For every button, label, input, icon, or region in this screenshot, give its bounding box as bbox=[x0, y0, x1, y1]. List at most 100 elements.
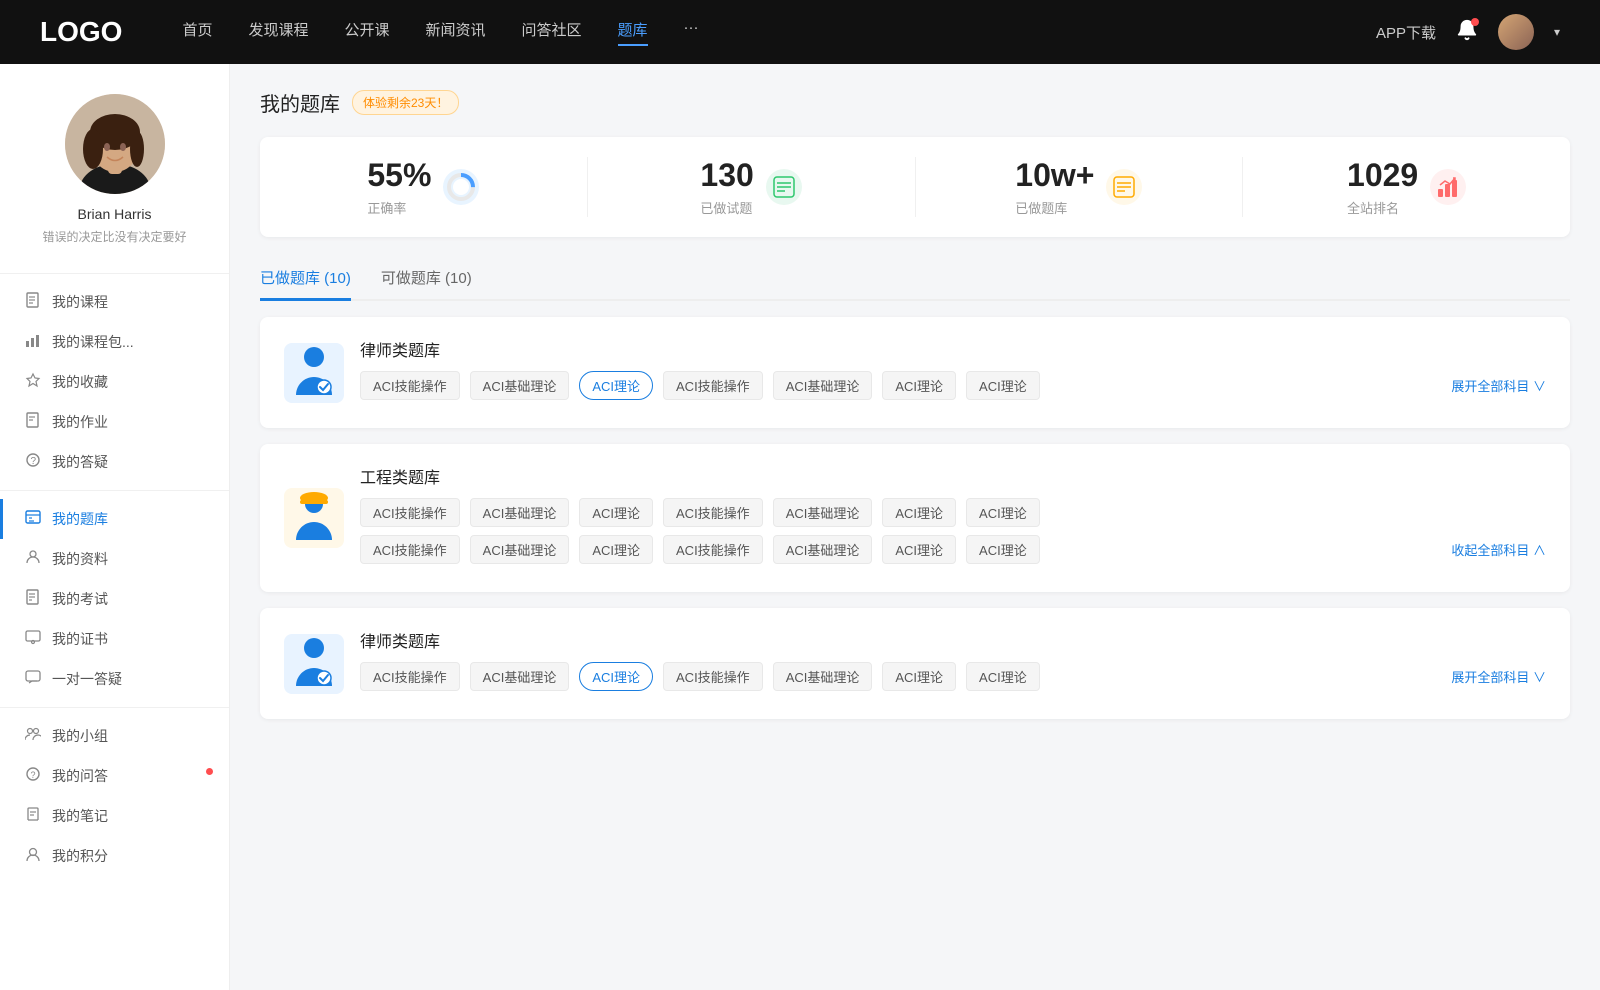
app-download-link[interactable]: APP下载 bbox=[1376, 22, 1436, 43]
notification-dot bbox=[1471, 18, 1479, 26]
qbank-body: 律师类题库 ACI技能操作 ACI基础理论 ACI理论 ACI技能操作 ACI基… bbox=[284, 337, 1546, 408]
nav-right: APP下载 ▾ bbox=[1376, 14, 1560, 50]
sidebar-item-my-courses[interactable]: 我的课程 bbox=[0, 282, 229, 322]
tag-e-4[interactable]: ACI基础理论 bbox=[773, 498, 873, 527]
nav-more[interactable]: ··· bbox=[684, 19, 699, 46]
tag-e2-6[interactable]: ACI理论 bbox=[966, 535, 1040, 564]
stat-ranking-texts: 1029 全站排名 bbox=[1347, 157, 1418, 217]
tag-l2-2-active[interactable]: ACI理论 bbox=[579, 662, 653, 691]
sidebar-item-label: 我的题库 bbox=[52, 509, 108, 529]
tag-l2-1[interactable]: ACI基础理论 bbox=[470, 662, 570, 691]
page-header: 我的题库 体验剩余23天！ bbox=[260, 88, 1570, 117]
sidebar-divider-3 bbox=[0, 707, 229, 708]
nav-qa[interactable]: 问答社区 bbox=[522, 19, 582, 46]
avatar-chevron[interactable]: ▾ bbox=[1554, 25, 1560, 39]
accuracy-icon bbox=[443, 169, 479, 205]
tag-e2-2[interactable]: ACI理论 bbox=[579, 535, 653, 564]
tag-e2-4[interactable]: ACI基础理论 bbox=[773, 535, 873, 564]
nav-news[interactable]: 新闻资讯 bbox=[426, 19, 486, 46]
exam-icon bbox=[24, 589, 42, 609]
stats-bar: 55% 正确率 130 已做试题 bbox=[260, 137, 1570, 237]
stat-done-banks-texts: 10w+ 已做题库 bbox=[1015, 157, 1094, 217]
users-icon bbox=[24, 549, 42, 569]
sidebar-item-groups[interactable]: 我的小组 bbox=[0, 716, 229, 756]
points-icon bbox=[24, 846, 42, 866]
sidebar-item-question-bank[interactable]: 我的题库 bbox=[0, 499, 229, 539]
expand-link[interactable]: 展开全部科目 ∨ bbox=[1451, 376, 1546, 395]
sidebar-item-course-packages[interactable]: 我的课程包... bbox=[0, 322, 229, 362]
tag-e-1[interactable]: ACI基础理论 bbox=[470, 498, 570, 527]
stat-done-banks: 10w+ 已做题库 bbox=[916, 157, 1244, 217]
tag-3[interactable]: ACI技能操作 bbox=[663, 371, 763, 400]
tag-e2-1[interactable]: ACI基础理论 bbox=[470, 535, 570, 564]
notification-bell[interactable] bbox=[1456, 19, 1478, 46]
star-icon bbox=[24, 372, 42, 392]
nav-open-course[interactable]: 公开课 bbox=[344, 19, 389, 46]
qbank-content: 工程类题库 ACI技能操作 ACI基础理论 ACI理论 ACI技能操作 ACI基… bbox=[360, 464, 1546, 572]
qbank-title: 律师类题库 bbox=[360, 337, 1546, 361]
tab-done-banks[interactable]: 已做题库 (10) bbox=[260, 257, 351, 301]
tag-e-6[interactable]: ACI理论 bbox=[966, 498, 1040, 527]
tag-l2-0[interactable]: ACI技能操作 bbox=[360, 662, 460, 691]
tag-5[interactable]: ACI理论 bbox=[882, 371, 956, 400]
qbank-title: 律师类题库 bbox=[360, 628, 1546, 652]
profile-name: Brian Harris bbox=[78, 206, 152, 222]
expand-link-2[interactable]: 展开全部科目 ∨ bbox=[1451, 667, 1546, 686]
nav-home[interactable]: 首页 bbox=[182, 19, 212, 46]
tag-e2-0[interactable]: ACI技能操作 bbox=[360, 535, 460, 564]
document-icon bbox=[24, 292, 42, 312]
sidebar-item-homework[interactable]: 我的作业 bbox=[0, 402, 229, 442]
stat-done-banks-value: 10w+ bbox=[1015, 157, 1094, 194]
tag-e-2[interactable]: ACI理论 bbox=[579, 498, 653, 527]
tag-4[interactable]: ACI基础理论 bbox=[773, 371, 873, 400]
group-icon bbox=[24, 726, 42, 746]
collapse-link[interactable]: 收起全部科目 ∧ bbox=[1451, 540, 1546, 559]
tags-row-1: ACI技能操作 ACI基础理论 ACI理论 ACI技能操作 ACI基础理论 AC… bbox=[360, 498, 1546, 527]
sidebar-item-notes[interactable]: 我的笔记 bbox=[0, 796, 229, 836]
stat-accuracy-texts: 55% 正确率 bbox=[367, 157, 431, 217]
done-banks-icon bbox=[1106, 169, 1142, 205]
tag-l2-3[interactable]: ACI技能操作 bbox=[663, 662, 763, 691]
qbank-tabs: 已做题库 (10) 可做题库 (10) bbox=[260, 257, 1570, 301]
tag-e-3[interactable]: ACI技能操作 bbox=[663, 498, 763, 527]
sidebar-item-one-on-one[interactable]: 一对一答疑 bbox=[0, 659, 229, 699]
bar-chart-icon bbox=[24, 332, 42, 352]
stat-accuracy-value: 55% bbox=[367, 157, 431, 194]
nav-discover[interactable]: 发现课程 bbox=[248, 19, 308, 46]
avatar[interactable] bbox=[1498, 14, 1534, 50]
sidebar-item-label: 我的收藏 bbox=[52, 372, 108, 392]
tag-l2-5[interactable]: ACI理论 bbox=[882, 662, 956, 691]
sidebar-item-exams[interactable]: 我的考试 bbox=[0, 579, 229, 619]
sidebar-divider-2 bbox=[0, 490, 229, 491]
logo: LOGO bbox=[40, 16, 122, 48]
notes-icon bbox=[24, 806, 42, 826]
tag-6[interactable]: ACI理论 bbox=[966, 371, 1040, 400]
sidebar-item-qa[interactable]: ? 我的答疑 bbox=[0, 442, 229, 482]
stat-done-banks-label: 已做题库 bbox=[1015, 198, 1094, 217]
sidebar-item-my-qa[interactable]: ? 我的问答 bbox=[0, 756, 229, 796]
sidebar-item-label: 我的笔记 bbox=[52, 806, 108, 826]
sidebar-divider-1 bbox=[0, 273, 229, 274]
profile-section: Brian Harris 错误的决定比没有决定要好 bbox=[0, 64, 229, 265]
sidebar-item-my-data[interactable]: 我的资料 bbox=[0, 539, 229, 579]
nav-question-bank[interactable]: 题库 bbox=[618, 19, 648, 46]
qbank-card-lawyer-2: 律师类题库 ACI技能操作 ACI基础理论 ACI理论 ACI技能操作 ACI基… bbox=[260, 608, 1570, 719]
tag-e-0[interactable]: ACI技能操作 bbox=[360, 498, 460, 527]
sidebar-item-label: 一对一答疑 bbox=[52, 669, 122, 689]
tag-0[interactable]: ACI技能操作 bbox=[360, 371, 460, 400]
navigation: LOGO 首页 发现课程 公开课 新闻资讯 问答社区 题库 ··· APP下载 … bbox=[0, 0, 1600, 64]
tag-e2-3[interactable]: ACI技能操作 bbox=[663, 535, 763, 564]
tag-e-5[interactable]: ACI理论 bbox=[882, 498, 956, 527]
tags-row-2: ACI技能操作 ACI基础理论 ACI理论 ACI技能操作 ACI基础理论 AC… bbox=[360, 535, 1546, 564]
sidebar-item-points[interactable]: 我的积分 bbox=[0, 836, 229, 876]
tag-2-active[interactable]: ACI理论 bbox=[579, 371, 653, 400]
tag-1[interactable]: ACI基础理论 bbox=[470, 371, 570, 400]
tag-l2-4[interactable]: ACI基础理论 bbox=[773, 662, 873, 691]
sidebar-item-favorites[interactable]: 我的收藏 bbox=[0, 362, 229, 402]
sidebar-item-certificates[interactable]: 我的证书 bbox=[0, 619, 229, 659]
qbank-body: 工程类题库 ACI技能操作 ACI基础理论 ACI理论 ACI技能操作 ACI基… bbox=[284, 464, 1546, 572]
tag-l2-6[interactable]: ACI理论 bbox=[966, 662, 1040, 691]
profile-avatar bbox=[65, 94, 165, 194]
tag-e2-5[interactable]: ACI理论 bbox=[882, 535, 956, 564]
tab-available-banks[interactable]: 可做题库 (10) bbox=[381, 257, 472, 301]
